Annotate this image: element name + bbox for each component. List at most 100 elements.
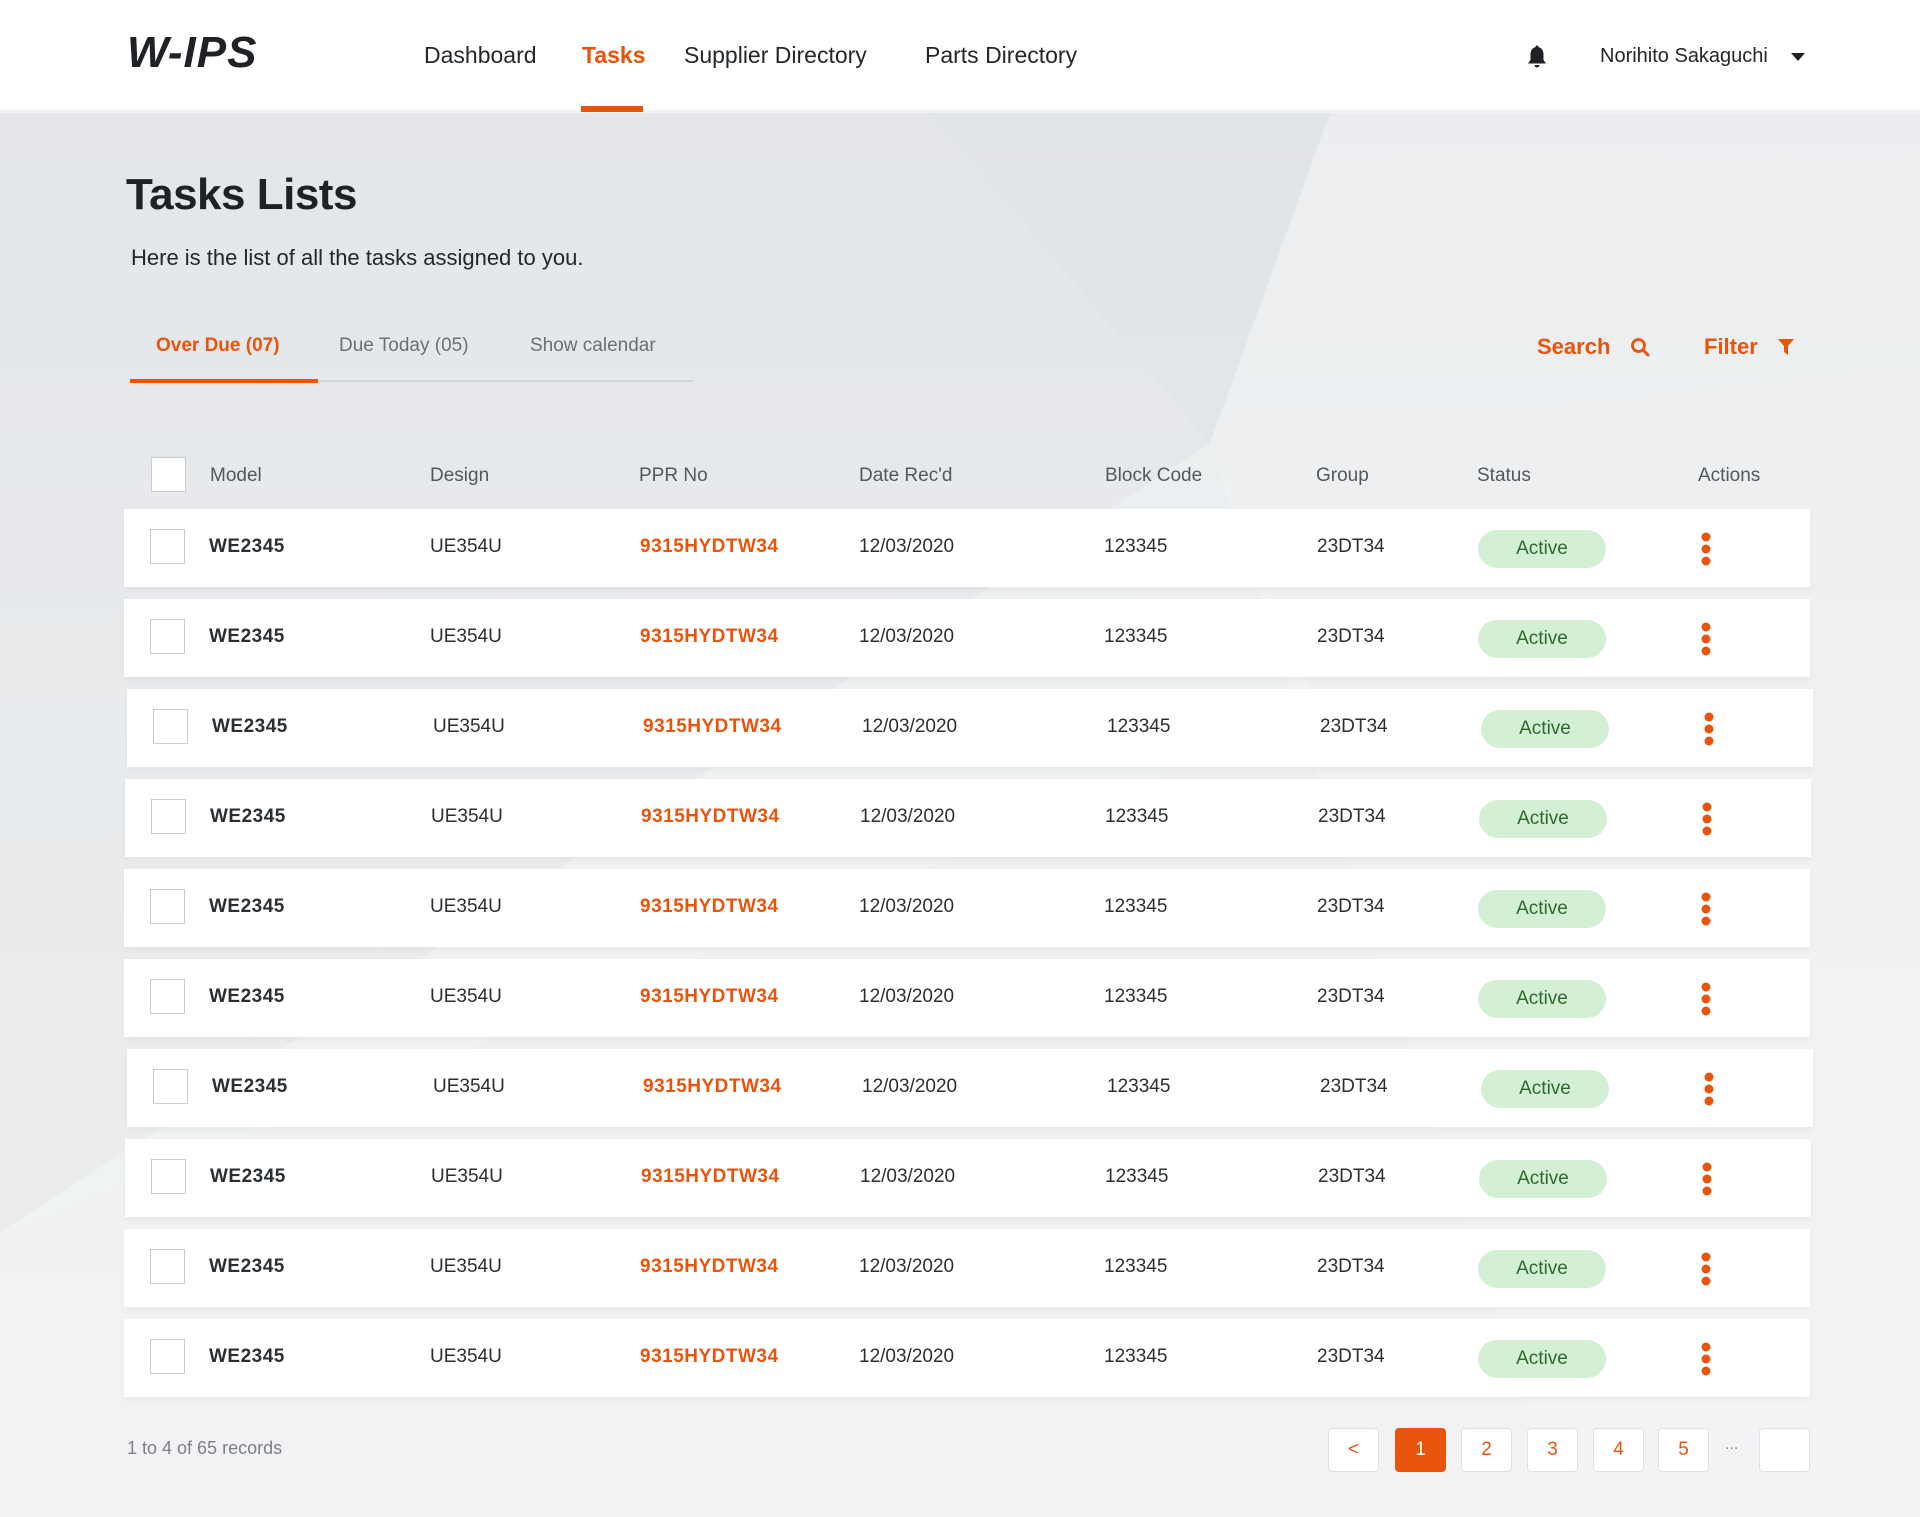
app-logo[interactable]: W-IPS	[127, 28, 257, 78]
cell-group: 23DT34	[1320, 1076, 1388, 1097]
more-actions-icon[interactable]	[1700, 622, 1712, 656]
cell-block-code: 123345	[1104, 536, 1168, 557]
column-header-block-code[interactable]: Block Code	[1105, 465, 1202, 487]
cell-group: 23DT34	[1318, 806, 1386, 827]
cell-block-code: 123345	[1104, 626, 1168, 647]
more-actions-icon[interactable]	[1700, 1252, 1712, 1286]
row-checkbox[interactable]	[150, 529, 185, 564]
more-actions-icon[interactable]	[1701, 1162, 1713, 1196]
search-button[interactable]: Search	[1537, 334, 1650, 360]
column-header-date-recd[interactable]: Date Rec'd	[859, 465, 952, 487]
cell-ppr-no-link[interactable]: 9315HYDTW34	[640, 626, 779, 648]
cell-design: UE354U	[430, 1346, 502, 1367]
cell-date-recd: 12/03/2020	[859, 1256, 955, 1277]
cell-design: UE354U	[430, 896, 502, 917]
pagination-page-5[interactable]: 5	[1658, 1428, 1709, 1472]
row-checkbox[interactable]	[150, 1339, 185, 1374]
filter-button[interactable]: Filter	[1704, 334, 1794, 360]
row-checkbox[interactable]	[151, 799, 186, 834]
cell-ppr-no-link[interactable]: 9315HYDTW34	[640, 986, 779, 1008]
table-row[interactable]: WE2345 UE354U 9315HYDTW34 12/03/2020 123…	[125, 1139, 1811, 1217]
more-actions-icon[interactable]	[1700, 892, 1712, 926]
pagination-page-1[interactable]: 1	[1395, 1428, 1446, 1472]
table-row[interactable]: WE2345 UE354U 9315HYDTW34 12/03/2020 123…	[124, 1229, 1810, 1307]
cell-design: UE354U	[430, 1256, 502, 1277]
pagination-page-2[interactable]: 2	[1461, 1428, 1512, 1472]
more-actions-icon[interactable]	[1700, 1342, 1712, 1376]
table-row[interactable]: WE2345 UE354U 9315HYDTW34 12/03/2020 123…	[125, 779, 1811, 857]
status-badge: Active	[1478, 890, 1606, 928]
status-badge: Active	[1479, 800, 1607, 838]
cell-model: WE2345	[212, 1076, 288, 1097]
caret-down-icon[interactable]	[1791, 52, 1805, 62]
cell-group: 23DT34	[1317, 1346, 1385, 1367]
cell-date-recd: 12/03/2020	[859, 626, 955, 647]
active-tab-indicator	[130, 379, 318, 383]
row-checkbox[interactable]	[150, 889, 185, 924]
cell-design: UE354U	[431, 1166, 503, 1187]
table-row[interactable]: WE2345 UE354U 9315HYDTW34 12/03/2020 123…	[124, 509, 1810, 587]
pagination-next-button[interactable]	[1759, 1428, 1810, 1472]
active-nav-indicator	[581, 106, 643, 112]
row-checkbox[interactable]	[153, 709, 188, 744]
cell-date-recd: 12/03/2020	[859, 896, 955, 917]
column-header-ppr-no[interactable]: PPR No	[639, 465, 708, 487]
more-actions-icon[interactable]	[1700, 532, 1712, 566]
more-actions-icon[interactable]	[1701, 802, 1713, 836]
cell-block-code: 123345	[1107, 716, 1171, 737]
column-header-model[interactable]: Model	[210, 465, 262, 487]
tab-over-due[interactable]: Over Due (07)	[156, 335, 280, 357]
cell-ppr-no-link[interactable]: 9315HYDTW34	[641, 806, 780, 828]
cell-ppr-no-link[interactable]: 9315HYDTW34	[640, 1346, 779, 1368]
status-badge: Active	[1478, 980, 1606, 1018]
row-checkbox[interactable]	[151, 1159, 186, 1194]
more-actions-icon[interactable]	[1703, 1072, 1715, 1106]
cell-block-code: 123345	[1104, 986, 1168, 1007]
nav-item-supplier-directory[interactable]: Supplier Directory	[684, 42, 867, 69]
cell-block-code: 123345	[1105, 806, 1169, 827]
cell-design: UE354U	[433, 1076, 505, 1097]
more-actions-icon[interactable]	[1703, 712, 1715, 746]
column-header-status: Status	[1477, 465, 1531, 486]
pagination-page-4[interactable]: 4	[1593, 1428, 1644, 1472]
select-all-checkbox[interactable]	[151, 457, 186, 492]
table-row[interactable]: WE2345 UE354U 9315HYDTW34 12/03/2020 123…	[127, 689, 1813, 767]
row-checkbox[interactable]	[150, 979, 185, 1014]
user-name[interactable]: Norihito Sakaguchi	[1600, 45, 1768, 68]
cell-ppr-no-link[interactable]: 9315HYDTW34	[640, 536, 779, 558]
cell-design: UE354U	[431, 806, 503, 827]
cell-ppr-no-link[interactable]: 9315HYDTW34	[641, 1166, 780, 1188]
cell-ppr-no-link[interactable]: 9315HYDTW34	[643, 716, 782, 738]
pagination-page-3[interactable]: 3	[1527, 1428, 1578, 1472]
nav-item-dashboard[interactable]: Dashboard	[424, 42, 537, 69]
table-header: Model Design PPR No Date Rec'd Block Cod…	[124, 455, 1810, 499]
nav-item-parts-directory[interactable]: Parts Directory	[925, 42, 1077, 69]
status-badge: Active	[1479, 1160, 1607, 1198]
cell-design: UE354U	[430, 536, 502, 557]
table-row[interactable]: WE2345 UE354U 9315HYDTW34 12/03/2020 123…	[127, 1049, 1813, 1127]
row-checkbox[interactable]	[153, 1069, 188, 1104]
pagination-ellipsis: ...	[1725, 1436, 1739, 1453]
cell-model: WE2345	[209, 536, 285, 557]
nav-item-tasks[interactable]: Tasks	[582, 42, 646, 69]
bell-icon[interactable]	[1526, 45, 1548, 69]
table-row[interactable]: WE2345 UE354U 9315HYDTW34 12/03/2020 123…	[124, 869, 1810, 947]
table-row[interactable]: WE2345 UE354U 9315HYDTW34 12/03/2020 123…	[124, 959, 1810, 1037]
more-actions-icon[interactable]	[1700, 982, 1712, 1016]
status-badge: Active	[1481, 1070, 1609, 1108]
cell-group: 23DT34	[1317, 986, 1385, 1007]
cell-model: WE2345	[209, 1346, 285, 1367]
cell-ppr-no-link[interactable]: 9315HYDTW34	[640, 896, 779, 918]
row-checkbox[interactable]	[150, 1249, 185, 1284]
row-checkbox[interactable]	[150, 619, 185, 654]
column-header-design[interactable]: Design	[430, 465, 489, 487]
cell-model: WE2345	[210, 1166, 286, 1187]
column-header-group[interactable]: Group	[1316, 465, 1369, 487]
pagination-prev-button[interactable]: <	[1328, 1428, 1379, 1472]
tab-show-calendar[interactable]: Show calendar	[530, 335, 656, 357]
cell-ppr-no-link[interactable]: 9315HYDTW34	[640, 1256, 779, 1278]
table-row[interactable]: WE2345 UE354U 9315HYDTW34 12/03/2020 123…	[124, 1319, 1810, 1397]
table-row[interactable]: WE2345 UE354U 9315HYDTW34 12/03/2020 123…	[124, 599, 1810, 677]
cell-ppr-no-link[interactable]: 9315HYDTW34	[643, 1076, 782, 1098]
tab-due-today[interactable]: Due Today (05)	[339, 335, 469, 357]
